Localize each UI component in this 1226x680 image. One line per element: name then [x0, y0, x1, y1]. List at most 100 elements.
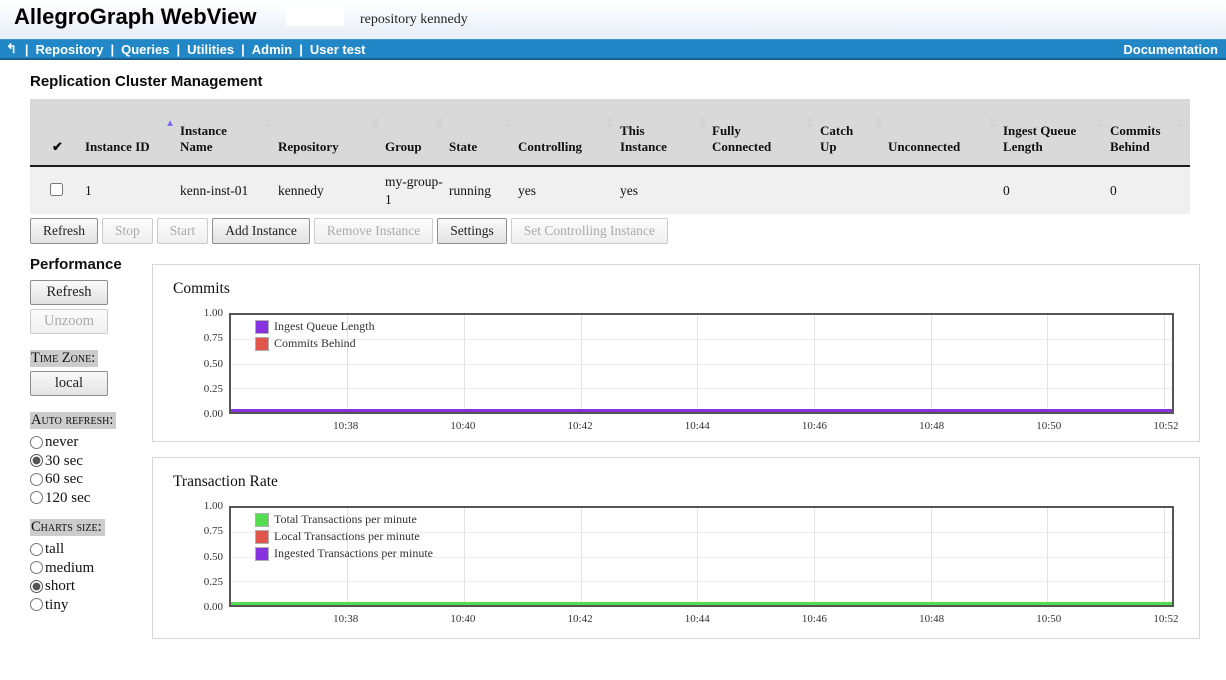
sort-idle-icon: ⇅ [371, 119, 380, 129]
x-axis-labels: 10:3810:4010:4210:4410:4610:4810:5010:52 [229, 613, 1174, 627]
x-tick-label: 10:40 [450, 420, 475, 432]
nav-item-utilities[interactable]: Utilities [187, 42, 234, 57]
legend-label: Ingest Queue Length [274, 319, 375, 334]
sort-idle-icon: ⇅ [874, 119, 883, 129]
charts-size-label: Charts size: [30, 519, 105, 536]
sort-idle-icon: ⇅ [435, 119, 444, 129]
radio-option-60-sec[interactable]: 60 sec [30, 470, 152, 489]
column-header-fully-connected[interactable]: Fully Connected⇅ [712, 99, 820, 166]
legend-label: Commits Behind [274, 336, 356, 351]
y-tick-label: 0.00 [204, 601, 223, 613]
start-button: Start [157, 218, 209, 244]
column-header-catch-up[interactable]: Catch Up⇅ [820, 99, 888, 166]
table-row: 1kenn-inst-01kennedymy-group-1runningyes… [30, 166, 1190, 214]
nav-documentation-link[interactable]: Documentation [1123, 42, 1220, 57]
column-header-ingest-queue-length[interactable]: Ingest Queue Length⇅ [1003, 99, 1110, 166]
charts-size-radio-short[interactable] [30, 580, 43, 593]
column-header-this-instance[interactable]: This Instance⇅ [620, 99, 712, 166]
legend-label: Total Transactions per minute [274, 512, 417, 527]
sort-idle-icon: ⇅ [806, 119, 815, 129]
cell-unconnected [888, 166, 1003, 214]
radio-label: medium [45, 559, 94, 578]
column-header-instance-id[interactable]: Instance ID▲ [85, 99, 180, 166]
charts-size-radio-tall[interactable] [30, 543, 43, 556]
cell-instance-name: kenn-inst-01 [180, 166, 278, 214]
column-header-instance-name[interactable]: Instance Name⇅ [180, 99, 278, 166]
auto-refresh-label: Auto refresh: [30, 412, 116, 429]
set-controlling-instance-button: Set Controlling Instance [511, 218, 668, 244]
nav-separator: | [177, 42, 181, 57]
legend-item: Commits Behind [255, 335, 375, 352]
radio-option-short[interactable]: short [30, 577, 152, 596]
row-select-checkbox[interactable] [50, 183, 63, 196]
settings-button[interactable]: Settings [437, 218, 507, 244]
nav-item-user-test[interactable]: User test [310, 42, 366, 57]
performance-sidebar: Performance Refresh Unzoom Time Zone: lo… [30, 256, 152, 654]
x-tick-label: 10:46 [802, 420, 827, 432]
legend-item: Total Transactions per minute [255, 511, 433, 528]
add-instance-button[interactable]: Add Instance [212, 218, 310, 244]
chart-plot-area: Total Transactions per minute Local Trans… [229, 506, 1174, 607]
remove-instance-button: Remove Instance [314, 218, 433, 244]
column-header-repository[interactable]: Repository⇅ [278, 99, 385, 166]
x-tick-label: 10:38 [333, 613, 358, 625]
nav-separator: | [299, 42, 303, 57]
y-tick-label: 0.50 [204, 358, 223, 370]
radio-option-120-sec[interactable]: 120 sec [30, 489, 152, 508]
nav-separator: | [241, 42, 245, 57]
column-header-commits-behind[interactable]: Commits Behind⇅ [1110, 99, 1190, 166]
y-tick-label: 0.50 [204, 551, 223, 563]
nav-item-queries[interactable]: Queries [121, 42, 169, 57]
sort-idle-icon: ⇅ [989, 119, 998, 129]
radio-label: tiny [45, 596, 68, 615]
refresh-button[interactable]: Refresh [30, 218, 98, 244]
radio-option-tiny[interactable]: tiny [30, 596, 152, 615]
chart-panel-transaction-rate: Transaction Rate1.000.750.500.250.00Tota… [152, 457, 1200, 639]
x-tick-label: 10:52 [1153, 613, 1178, 625]
timezone-local-button[interactable]: local [30, 371, 108, 396]
legend-item: Ingest Queue Length [255, 318, 375, 335]
charts-size-radio-medium[interactable] [30, 561, 43, 574]
auto-refresh-radio-never[interactable] [30, 436, 43, 449]
column-header-group[interactable]: Group⇅ [385, 99, 449, 166]
legend-swatch [255, 320, 269, 334]
cell-state: running [449, 166, 518, 214]
horizontal-gridline [231, 364, 1172, 365]
y-axis-labels: 1.000.750.500.250.00 [153, 506, 223, 607]
x-tick-label: 10:44 [685, 613, 710, 625]
radio-option-tall[interactable]: tall [30, 540, 152, 559]
nav-separator: | [25, 42, 29, 57]
cell-this-instance: yes [620, 166, 712, 214]
cell-fully-connected [712, 166, 820, 214]
legend-item: Local Transactions per minute [255, 528, 433, 545]
select-all-header[interactable]: ✔ [30, 99, 85, 166]
sort-idle-icon: ⇅ [504, 119, 513, 129]
performance-refresh-button[interactable]: Refresh [30, 280, 108, 305]
radio-option-30-sec[interactable]: 30 sec [30, 452, 152, 471]
legend-label: Local Transactions per minute [274, 529, 420, 544]
nav-item-admin[interactable]: Admin [252, 42, 292, 57]
charts-size-radio-tiny[interactable] [30, 598, 43, 611]
cell-group: my-group-1 [385, 166, 449, 214]
sort-ascending-icon: ▲ [165, 119, 175, 129]
x-tick-label: 10:48 [919, 420, 944, 432]
auto-refresh-radio-60-sec[interactable] [30, 473, 43, 486]
radio-option-medium[interactable]: medium [30, 559, 152, 578]
column-header-unconnected[interactable]: Unconnected⇅ [888, 99, 1003, 166]
x-tick-label: 10:48 [919, 613, 944, 625]
back-arrow-icon[interactable]: ↰ [6, 41, 17, 57]
radio-label: short [45, 577, 75, 596]
auto-refresh-radio-30-sec[interactable] [30, 454, 43, 467]
legend-label: Ingested Transactions per minute [274, 546, 433, 561]
auto-refresh-radio-120-sec[interactable] [30, 491, 43, 504]
sort-idle-icon: ⇅ [698, 119, 707, 129]
cluster-table: ✔Instance ID▲Instance Name⇅Repository⇅Gr… [30, 99, 1190, 214]
column-header-controlling[interactable]: Controlling⇅ [518, 99, 620, 166]
column-header-state[interactable]: State⇅ [449, 99, 518, 166]
radio-option-never[interactable]: never [30, 433, 152, 452]
page-content: Replication Cluster Management ✔Instance… [0, 73, 1226, 654]
main-nav: ↰ |Repository|Queries|Utilities|Admin|Us… [0, 39, 1226, 60]
horizontal-gridline [231, 581, 1172, 582]
nav-item-repository[interactable]: Repository [36, 42, 104, 57]
y-tick-label: 1.00 [204, 307, 223, 319]
